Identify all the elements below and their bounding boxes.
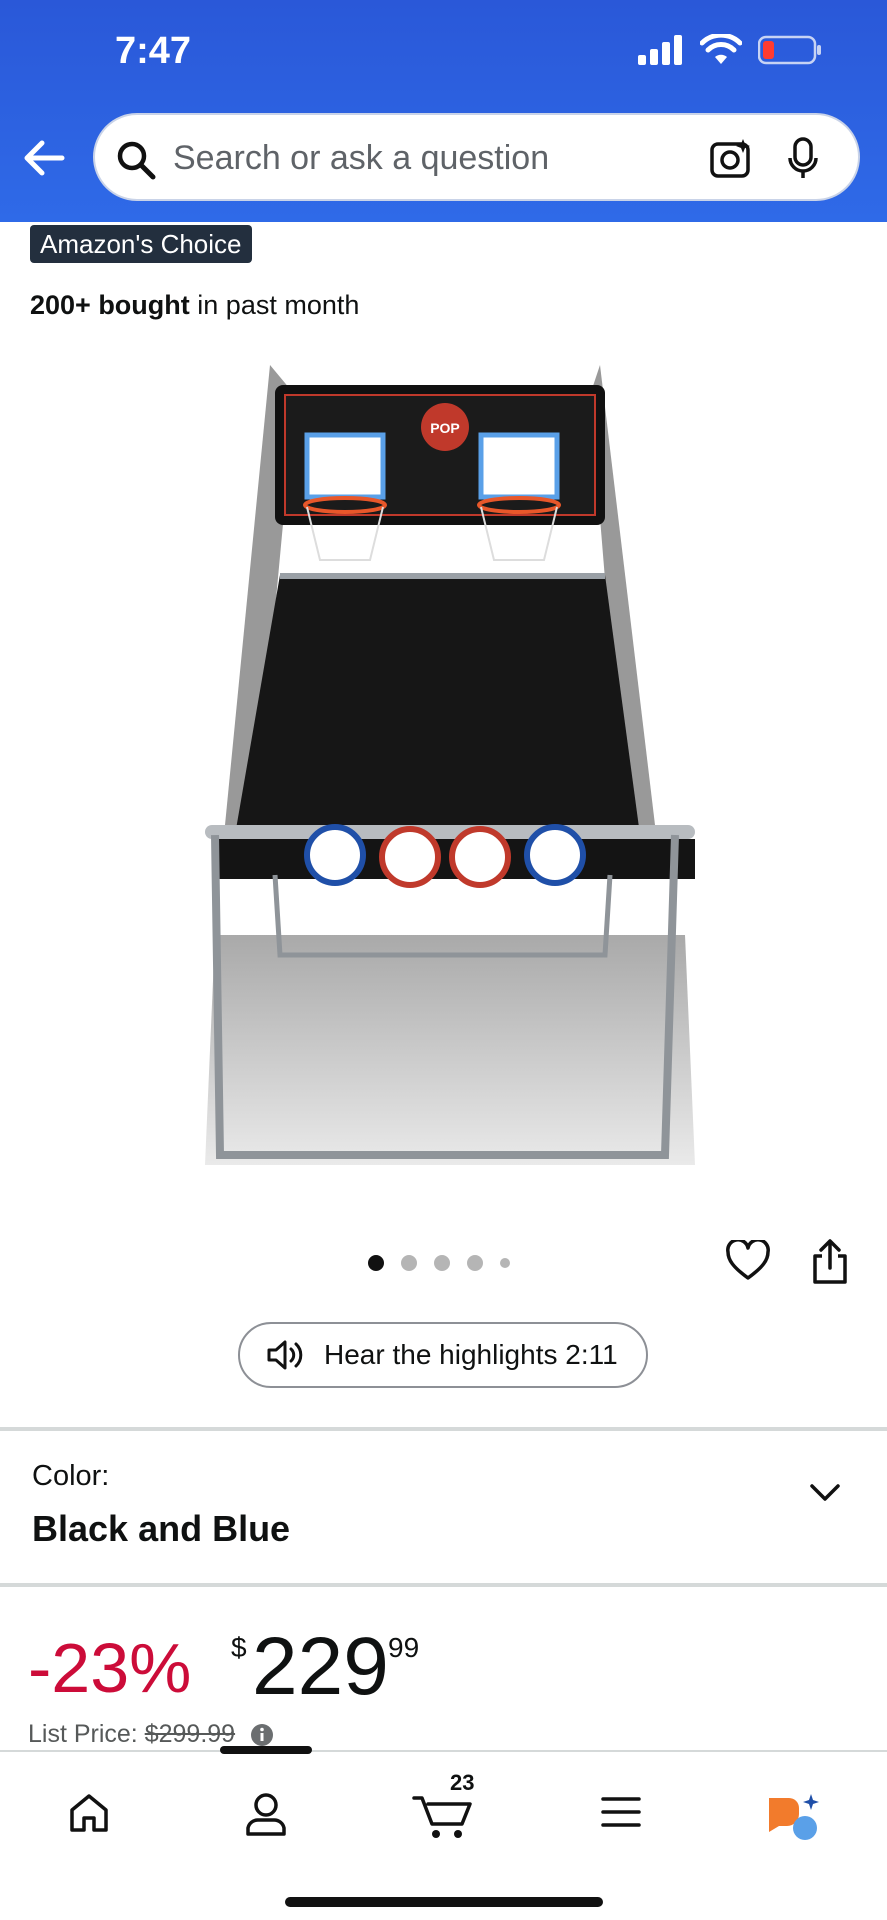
list-price: List Price: $299.99 (28, 1720, 274, 1749)
account-icon[interactable] (245, 1792, 287, 1836)
home-icon[interactable] (68, 1792, 110, 1834)
menu-icon[interactable] (600, 1792, 642, 1832)
product-image[interactable]: POP (185, 355, 705, 1175)
share-icon[interactable] (810, 1238, 850, 1286)
price-currency: $ (231, 1632, 247, 1663)
camera-icon[interactable] (709, 136, 753, 180)
list-price-label: List Price: (28, 1720, 145, 1748)
cart-icon[interactable] (412, 1792, 474, 1840)
hear-highlights-button[interactable]: Hear the highlights 2:11 (238, 1322, 648, 1388)
search-icon (117, 141, 156, 180)
search-placeholder: Search or ask a question (173, 139, 550, 177)
carousel-dot[interactable] (401, 1255, 417, 1271)
wifi-icon (700, 34, 742, 64)
svg-text:POP: POP (430, 420, 460, 436)
back-button[interactable] (22, 138, 70, 182)
carousel-dots[interactable] (368, 1255, 510, 1271)
divider (0, 1427, 887, 1431)
top-header: 7:47 Search or ask a question (0, 0, 887, 222)
back-arrow-icon (24, 140, 65, 176)
signal-icon (638, 35, 682, 65)
carousel-dot[interactable] (434, 1255, 450, 1271)
list-price-value: $299.99 (144, 1720, 236, 1748)
bought-count: 200+ bought (30, 290, 190, 320)
bought-period: in past month (189, 290, 360, 320)
hear-highlights-label: Hear the highlights 2:11 (324, 1339, 618, 1370)
status-icons (638, 34, 822, 66)
bottom-nav: 23 (0, 1746, 887, 1920)
color-value: Black and Blue (32, 1508, 291, 1549)
nav-active-indicator (220, 1746, 312, 1754)
carousel-dot[interactable] (500, 1258, 510, 1268)
carousel-dot[interactable] (368, 1255, 384, 1271)
discount-percent: -23% (28, 1629, 192, 1707)
info-icon[interactable] (250, 1723, 274, 1747)
mic-icon[interactable] (786, 136, 820, 182)
bought-in-past-month: 200+ bought in past month (30, 290, 359, 321)
speaker-icon (267, 1340, 303, 1370)
price-whole: 229 (252, 1621, 389, 1712)
battery-icon (758, 35, 821, 65)
price-fraction: 99 (388, 1632, 420, 1663)
amazons-choice-badge[interactable]: Amazon's Choice (30, 225, 252, 263)
home-indicator (285, 1897, 603, 1907)
rufus-icon[interactable] (765, 1792, 825, 1844)
chevron-down-icon[interactable] (808, 1482, 842, 1504)
heart-icon[interactable] (725, 1240, 771, 1282)
divider (0, 1583, 887, 1587)
search-input[interactable]: Search or ask a question (93, 113, 860, 201)
carousel-dot[interactable] (467, 1255, 483, 1271)
color-label: Color: (32, 1460, 110, 1492)
status-time: 7:47 (115, 30, 192, 72)
